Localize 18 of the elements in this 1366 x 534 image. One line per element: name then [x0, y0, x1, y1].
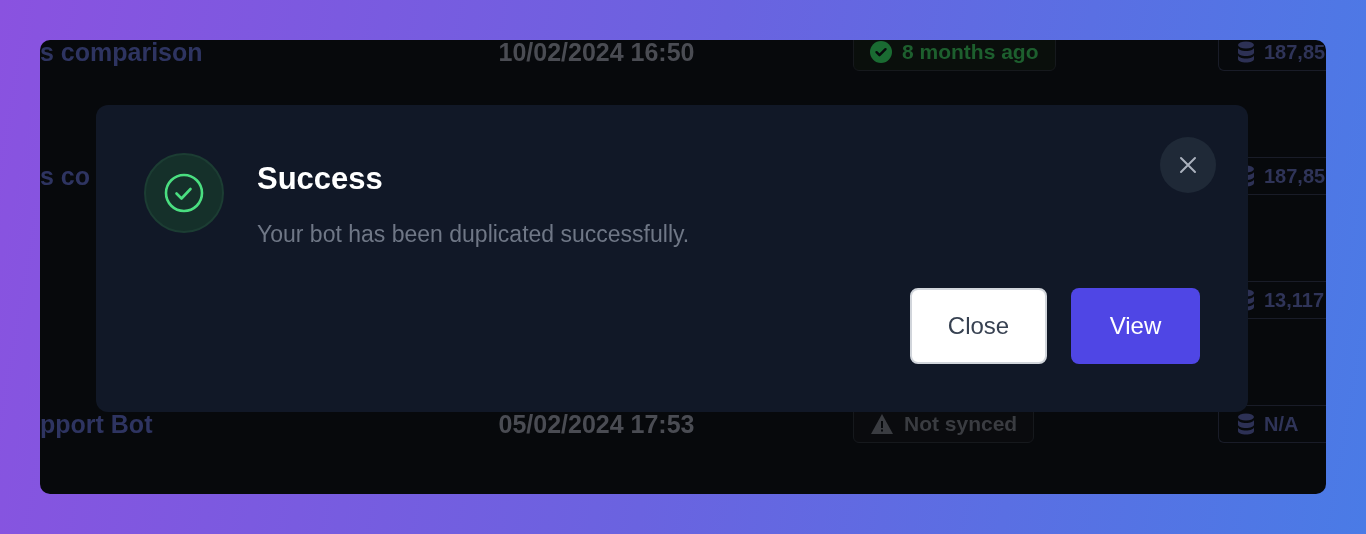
- date-text: 05/02/2024 17:53: [498, 409, 695, 439]
- bot-name[interactable]: s co: [40, 161, 91, 191]
- bot-name[interactable]: s comparison: [40, 40, 203, 67]
- database-icon: [1237, 413, 1255, 435]
- dialog-title: Success: [257, 161, 383, 197]
- close-button[interactable]: Close: [910, 288, 1047, 364]
- token-count-badge: 187,85: [1218, 40, 1326, 71]
- view-button[interactable]: View: [1071, 288, 1200, 364]
- warning-icon: [870, 413, 894, 435]
- sync-status-badge: 8 months ago: [853, 40, 1056, 71]
- close-icon: [1179, 156, 1197, 174]
- bot-name[interactable]: pport Bot: [40, 409, 153, 439]
- dialog-message: Your bot has been duplicated successfully.: [257, 221, 690, 248]
- database-icon: [1237, 41, 1255, 63]
- check-circle-icon: [870, 41, 892, 63]
- date-text: 10/02/2024 16:50: [498, 40, 695, 67]
- close-button[interactable]: [1160, 137, 1216, 193]
- check-circle-icon: [144, 153, 224, 233]
